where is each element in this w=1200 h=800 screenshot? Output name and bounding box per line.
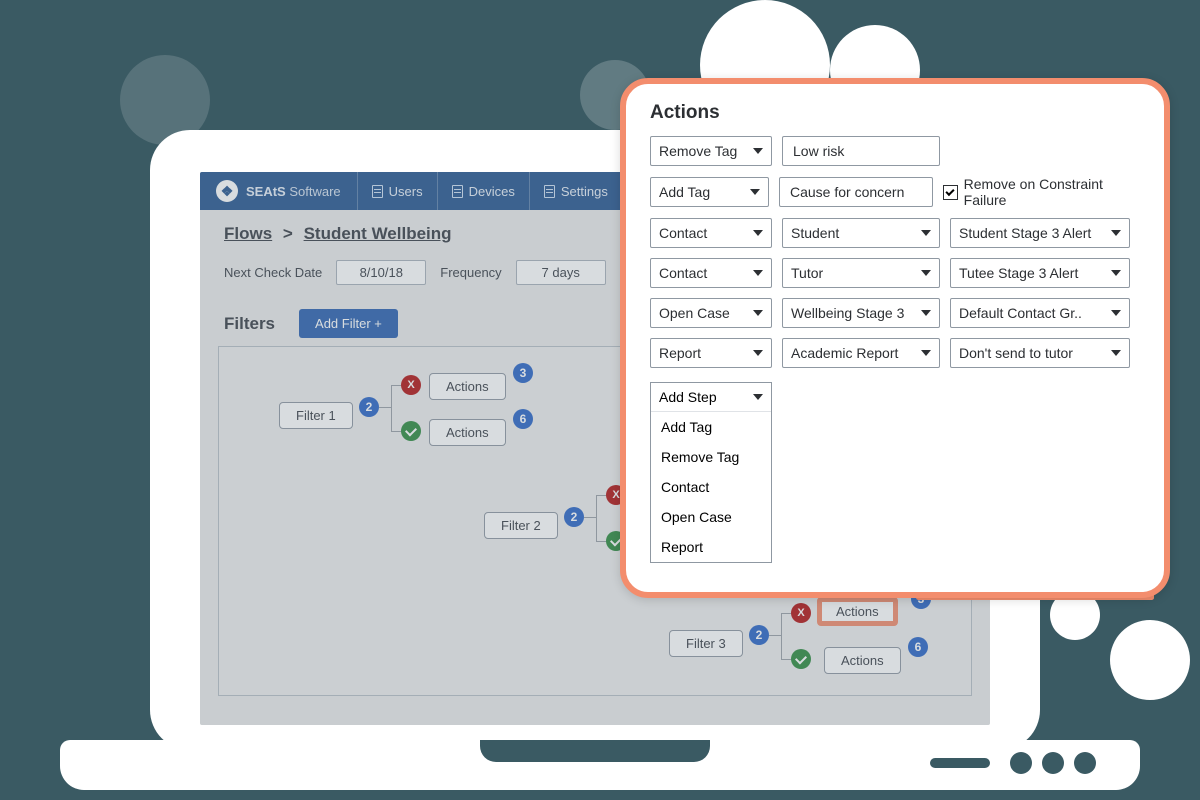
chevron-down-icon	[921, 270, 931, 276]
page-icon	[372, 185, 383, 198]
filter1-count-badge: 2	[359, 397, 379, 417]
filter1-fail-actions[interactable]: Actions	[429, 373, 506, 400]
page-icon	[544, 185, 555, 198]
remove-on-failure-checkbox[interactable]: Remove on Constraint Failure	[943, 176, 1144, 208]
nav-users[interactable]: Users	[357, 172, 437, 210]
actions-count-badge: 6	[908, 637, 928, 657]
action-target-select[interactable]: Academic Report	[782, 338, 940, 368]
connector	[781, 613, 782, 659]
action-target-select[interactable]: Tutor	[782, 258, 940, 288]
brand-logo-icon: ❖	[216, 180, 238, 202]
action-template-select[interactable]: Don't send to tutor	[950, 338, 1130, 368]
chevron-down-icon	[1111, 310, 1121, 316]
action-template-select[interactable]: Tutee Stage 3 Alert	[950, 258, 1130, 288]
filter3-pass-actions[interactable]: Actions	[824, 647, 901, 674]
connector	[769, 635, 781, 636]
nav-settings[interactable]: Settings	[529, 172, 622, 210]
action-template-select[interactable]: Student Stage 3 Alert	[950, 218, 1130, 248]
next-check-field[interactable]: 8/10/18	[336, 260, 426, 285]
laptop-notch	[480, 740, 710, 762]
action-type-select[interactable]: Contact	[650, 258, 772, 288]
action-template-select[interactable]: Default Contact Gr..	[950, 298, 1130, 328]
brand-light: Software	[289, 184, 340, 199]
add-step-option[interactable]: Remove Tag	[651, 442, 771, 472]
checkbox-label: Remove on Constraint Failure	[964, 176, 1144, 208]
action-type-select[interactable]: Contact	[650, 218, 772, 248]
connector	[391, 385, 392, 431]
action-target-select[interactable]: Wellbeing Stage 3	[782, 298, 940, 328]
checkbox-checked-icon	[943, 185, 958, 200]
frequency-label: Frequency	[440, 265, 501, 280]
add-filter-button[interactable]: Add Filter +	[299, 309, 398, 338]
chevron-down-icon	[750, 189, 760, 195]
chevron-down-icon	[1111, 270, 1121, 276]
action-target-select[interactable]: Student	[782, 218, 940, 248]
brand-text: SEAtS Software	[246, 184, 341, 199]
action-type-select[interactable]: Add Tag	[650, 177, 769, 207]
actions-count-badge: 6	[513, 409, 533, 429]
actions-popup: Actions Remove Tag Low risk Add Tag Caus…	[620, 78, 1170, 598]
nav-users-label: Users	[389, 184, 423, 199]
add-step-head[interactable]: Add Step	[651, 383, 771, 412]
filter1-node[interactable]: Filter 1	[279, 402, 353, 429]
add-step-dropdown[interactable]: Add Step Add Tag Remove Tag Contact Open…	[650, 382, 772, 563]
brand-bold: SEAtS	[246, 184, 286, 199]
laptop-dots	[1010, 752, 1096, 774]
chevron-down-icon	[753, 310, 763, 316]
action-value-field[interactable]: Low risk	[782, 136, 940, 166]
chevron-down-icon	[1111, 350, 1121, 356]
fail-icon: X	[791, 603, 811, 623]
chevron-down-icon	[921, 350, 931, 356]
filters-title: Filters	[224, 314, 275, 334]
add-step-option[interactable]: Add Tag	[651, 412, 771, 442]
filter2-node[interactable]: Filter 2	[484, 512, 558, 539]
add-step-option[interactable]: Open Case	[651, 502, 771, 532]
actions-count-badge: 3	[513, 363, 533, 383]
filter3-fail-actions-highlighted[interactable]: Actions	[817, 597, 898, 626]
action-type-select[interactable]: Remove Tag	[650, 136, 772, 166]
nav-devices-label: Devices	[469, 184, 515, 199]
pass-icon	[401, 421, 421, 441]
add-step-option[interactable]: Report	[651, 532, 771, 562]
crumb-current[interactable]: Student Wellbeing	[304, 224, 452, 243]
connector	[379, 407, 391, 408]
nav-devices[interactable]: Devices	[437, 172, 529, 210]
crumb-root[interactable]: Flows	[224, 224, 272, 243]
connector	[584, 517, 596, 518]
chevron-down-icon	[921, 310, 931, 316]
connector	[596, 495, 597, 541]
nav-settings-label: Settings	[561, 184, 608, 199]
page-icon	[452, 185, 463, 198]
laptop-keyboard-bar	[930, 758, 990, 768]
chevron-down-icon	[1111, 230, 1121, 236]
chevron-down-icon	[753, 230, 763, 236]
filter2-count-badge: 2	[564, 507, 584, 527]
filter3-count-badge: 2	[749, 625, 769, 645]
fail-icon: X	[401, 375, 421, 395]
chevron-down-icon	[753, 270, 763, 276]
action-type-select[interactable]: Report	[650, 338, 772, 368]
frequency-field[interactable]: 7 days	[516, 260, 606, 285]
actions-popup-title: Actions	[650, 102, 1144, 124]
chevron-down-icon	[921, 230, 931, 236]
chevron-down-icon	[753, 148, 763, 154]
chevron-down-icon	[753, 350, 763, 356]
brand: ❖ SEAtS Software	[200, 180, 357, 202]
filter1-pass-actions[interactable]: Actions	[429, 419, 506, 446]
pass-icon	[791, 649, 811, 669]
filter3-node[interactable]: Filter 3	[669, 630, 743, 657]
chevron-down-icon	[753, 394, 763, 400]
bg-circle	[1110, 620, 1190, 700]
crumb-sep: >	[283, 224, 293, 243]
action-value-field[interactable]: Cause for concern	[779, 177, 933, 207]
next-check-label: Next Check Date	[224, 265, 322, 280]
add-step-option[interactable]: Contact	[651, 472, 771, 502]
action-type-select[interactable]: Open Case	[650, 298, 772, 328]
